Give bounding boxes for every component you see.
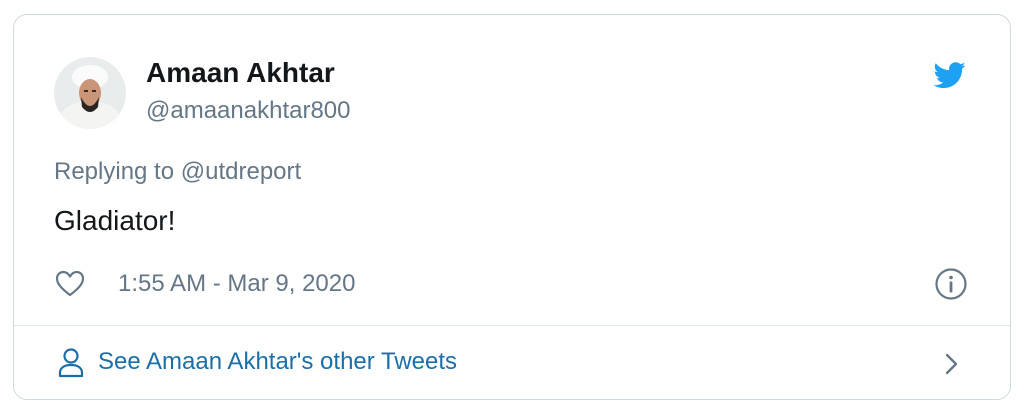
person-icon bbox=[58, 348, 84, 378]
heart-icon[interactable] bbox=[54, 268, 86, 298]
avatar-image bbox=[54, 57, 126, 129]
author-handle[interactable]: @amaanakhtar800 bbox=[146, 95, 351, 127]
reply-prefix: Replying to bbox=[54, 158, 181, 185]
see-other-tweets-link[interactable]: See Amaan Akhtar's other Tweets bbox=[14, 326, 1010, 399]
see-other-tweets-label: See Amaan Akhtar's other Tweets bbox=[98, 348, 458, 375]
chevron-right-icon bbox=[945, 353, 958, 375]
tweet-text: Gladiator! bbox=[54, 205, 176, 236]
reply-mention[interactable]: @utdreport bbox=[181, 158, 301, 185]
author-name[interactable]: Amaan Akhtar bbox=[146, 55, 335, 91]
reply-context: Replying to @utdreport bbox=[54, 155, 301, 189]
twitter-bird-icon[interactable] bbox=[932, 59, 968, 91]
tweet-card: Amaan Akhtar @amaanakhtar800 Replying to… bbox=[13, 14, 1011, 400]
avatar[interactable] bbox=[54, 57, 126, 129]
tweet-timestamp[interactable]: 1:55 AM - Mar 9, 2020 bbox=[118, 267, 355, 301]
info-icon[interactable] bbox=[934, 267, 968, 301]
